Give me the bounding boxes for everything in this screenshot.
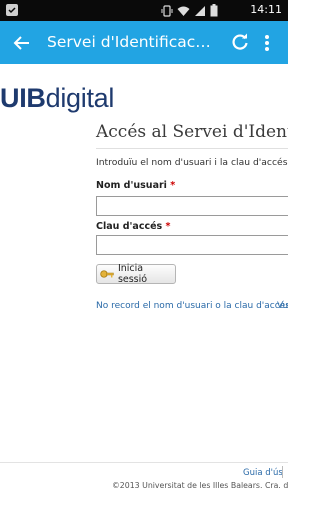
page-title: Accés al Servei d'Identi <box>96 122 288 142</box>
notification-icon <box>6 4 18 16</box>
vibrate-icon <box>161 4 173 17</box>
app-bar: Servei d'Identificació... <box>0 21 288 64</box>
forgot-credentials-link[interactable]: No record el nom d'usuari o la clau d'ac… <box>96 301 288 311</box>
back-arrow-icon[interactable] <box>12 33 32 53</box>
wifi-icon <box>177 6 190 16</box>
username-field[interactable] <box>96 196 288 216</box>
signal-icon <box>195 5 205 16</box>
app-bar-title: Servei d'Identificació... <box>47 33 215 51</box>
password-label: Clau d'accés * <box>96 221 171 232</box>
login-button-label: Inicia sessió <box>117 263 148 285</box>
status-bar: 14:11 <box>0 0 288 21</box>
footer-divider <box>0 462 288 463</box>
status-time: 14:11 <box>250 3 282 16</box>
uib-digital-logo: UIBdigital <box>0 83 115 113</box>
footer-copyright: ©2013 Universitat de les Illes Balears. … <box>112 481 288 490</box>
intro-text: Introduïu el nom d'usuari i la clau d'ac… <box>96 157 288 168</box>
username-label: Nom d'usuari * <box>96 180 176 191</box>
secondary-link[interactable]: Vu <box>277 301 288 311</box>
divider <box>96 148 288 149</box>
battery-icon <box>210 4 218 17</box>
help-guide-link[interactable]: Guia d'ús <box>243 468 283 478</box>
refresh-icon[interactable] <box>230 32 250 52</box>
login-button[interactable]: Inicia sessió <box>96 263 176 285</box>
footer-separator <box>282 466 283 478</box>
key-icon <box>100 270 114 278</box>
more-vert-icon[interactable] <box>262 33 272 53</box>
password-field[interactable] <box>96 235 288 255</box>
webview-content: UIBdigital Accés al Servei d'Identi Intr… <box>0 64 288 512</box>
